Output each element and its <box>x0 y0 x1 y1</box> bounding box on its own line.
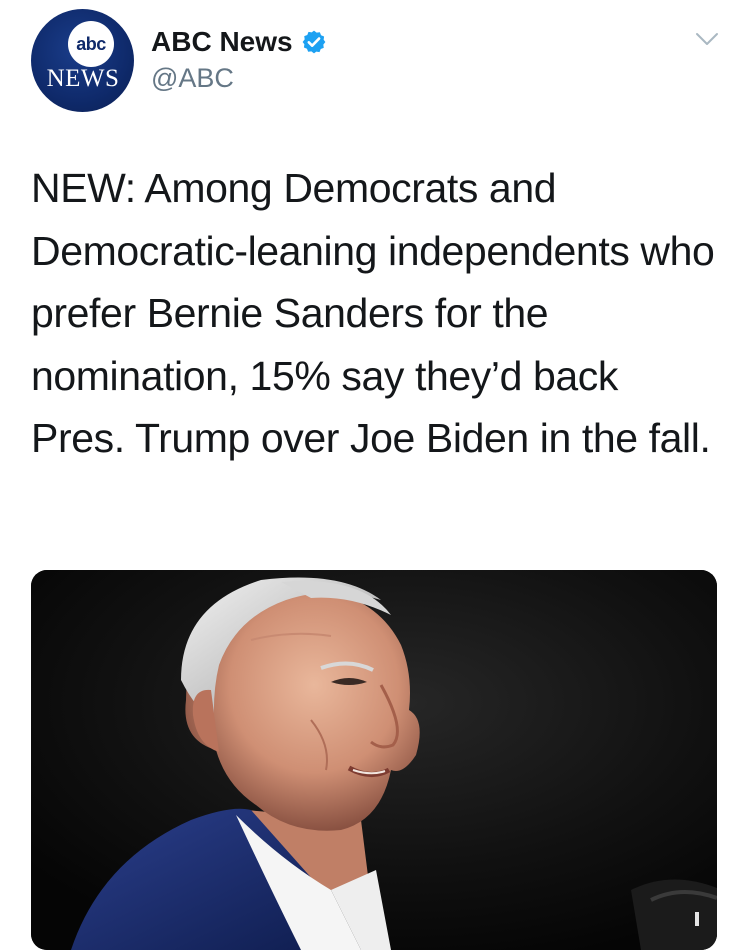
abc-logo-bug: abc <box>68 21 114 67</box>
microphone-icon <box>631 879 717 950</box>
tweet-photo[interactable] <box>31 570 717 950</box>
chevron-down-icon <box>695 32 719 51</box>
news-logo-text: NEWS <box>35 65 131 93</box>
verified-badge-icon <box>301 29 327 55</box>
avatar[interactable]: abc NEWS <box>31 9 134 112</box>
tweet-menu-button[interactable] <box>690 28 724 54</box>
name-row: ABC News <box>151 25 327 59</box>
account-handle[interactable]: @ABC <box>151 62 234 94</box>
tweet-card: abc NEWS ABC News @ABC NEW: Among Democr… <box>0 0 749 911</box>
tweet-text: NEW: Among Democrats and Democratic-lean… <box>31 157 721 470</box>
display-name[interactable]: ABC News <box>151 25 293 59</box>
